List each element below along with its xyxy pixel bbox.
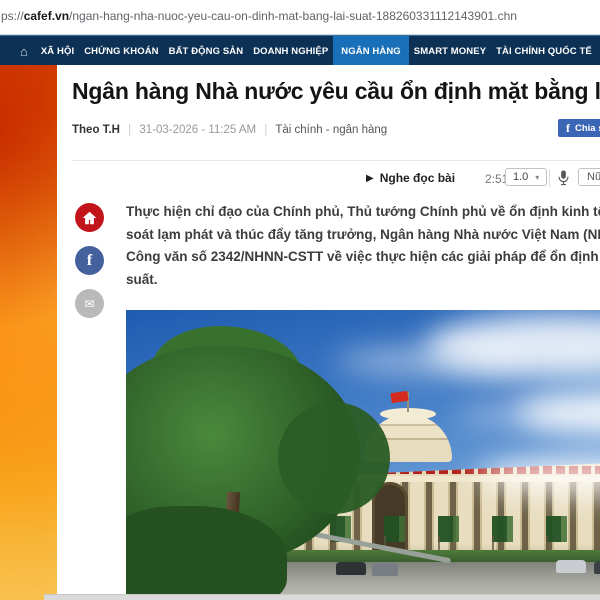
url-path: /ngan-hang-nha-nuoc-yeu-cau-on-dinh-mat-… bbox=[69, 9, 517, 23]
play-button[interactable]: ▶ Nghe đọc bài bbox=[366, 171, 455, 185]
page-title: Ngân hàng Nhà nước yêu cầu ổn định mặt b… bbox=[72, 78, 600, 104]
url-prefix: ps:// bbox=[1, 9, 24, 23]
voice-value: Nữ miền Bắc bbox=[587, 171, 600, 183]
nav-item-bat-dong-san[interactable]: BẤT ĐỘNG SẢN bbox=[164, 36, 249, 66]
category-link[interactable]: Tài chính - ngân hàng bbox=[275, 124, 387, 136]
author: Theo T.H bbox=[72, 124, 120, 136]
cloud bbox=[456, 406, 576, 424]
browser-window: ps://cafef.vn/ngan-hang-nha-nuoc-yeu-cau… bbox=[0, 0, 600, 600]
listen-label: Nghe đọc bài bbox=[379, 171, 456, 185]
share-label: Chia sẻ bbox=[575, 122, 600, 134]
article-lead: Thực hiện chỉ đạo của Chính phủ, Thủ tướ… bbox=[126, 204, 600, 287]
divider bbox=[549, 169, 550, 187]
parked-car bbox=[594, 561, 600, 574]
large-tree bbox=[126, 310, 406, 600]
speed-value: 1.0 bbox=[513, 171, 529, 183]
email-share-button[interactable]: ✉ bbox=[75, 289, 104, 318]
envelope-icon: ✉ bbox=[84, 296, 95, 311]
nav-home-button[interactable]: ⌂ bbox=[0, 36, 36, 66]
house-icon bbox=[82, 211, 97, 224]
browser-address-bar[interactable]: ps://cafef.vn/ngan-hang-nha-nuoc-yeu-cau… bbox=[0, 0, 600, 35]
nav-item-tai-chinh-quoc-te[interactable]: TÀI CHÍNH QUỐC TẾ bbox=[491, 36, 597, 66]
facebook-share-icon[interactable]: f bbox=[75, 246, 104, 275]
nav-item-chung-khoan[interactable]: CHỨNG KHOÁN bbox=[79, 36, 163, 66]
chevron-down-icon: ▾ bbox=[535, 172, 540, 182]
nav-item-ngan-hang[interactable]: NGÂN HÀNG bbox=[333, 36, 409, 66]
url-text: ps://cafef.vn/ngan-hang-nha-nuoc-yeu-cau… bbox=[1, 0, 517, 33]
parked-car bbox=[556, 560, 586, 573]
byline: Theo T.H | 31-03-2026 - 11:25 AM | Tài c… bbox=[72, 124, 387, 136]
facebook-share-button[interactable]: f Chia sẻ bbox=[558, 119, 600, 137]
article-panel: Ngân hàng Nhà nước yêu cầu ổn định mặt b… bbox=[57, 65, 600, 600]
play-icon: ▶ bbox=[366, 172, 374, 184]
byline-separator: | bbox=[264, 124, 268, 136]
byline-separator: | bbox=[128, 124, 132, 136]
microphone-icon[interactable] bbox=[558, 170, 569, 189]
ad-wallpaper[interactable] bbox=[0, 65, 57, 600]
facebook-icon: f bbox=[86, 251, 93, 269]
site-nav: ⌂ XÃ HỘI CHỨNG KHOÁN BẤT ĐỘNG SẢN DOANH … bbox=[0, 35, 600, 66]
home-icon: ⌂ bbox=[20, 43, 28, 59]
voice-select[interactable]: Nữ miền Bắc ▾ bbox=[578, 168, 600, 186]
publish-datetime: 31-03-2026 - 11:25 AM bbox=[139, 124, 257, 136]
article-photo bbox=[126, 310, 600, 600]
divider bbox=[72, 160, 600, 161]
facebook-icon: f bbox=[566, 120, 570, 135]
nav-item-xa-hoi[interactable]: XÃ HỘI bbox=[36, 36, 79, 66]
page-bottom-strip bbox=[44, 594, 600, 600]
url-domain: cafef.vn bbox=[23, 9, 70, 23]
nav-item-doanh-nghiep[interactable]: DOANH NGHIỆP bbox=[248, 36, 333, 66]
home-share-button[interactable] bbox=[75, 203, 104, 232]
audio-player: ▶ Nghe đọc bài 2:51 1.0 ▾ Nữ miền Bắc ▾ bbox=[57, 167, 600, 193]
speed-select[interactable]: 1.0 ▾ bbox=[505, 168, 548, 186]
nav-item-smart-money[interactable]: SMART MONEY bbox=[409, 36, 491, 66]
